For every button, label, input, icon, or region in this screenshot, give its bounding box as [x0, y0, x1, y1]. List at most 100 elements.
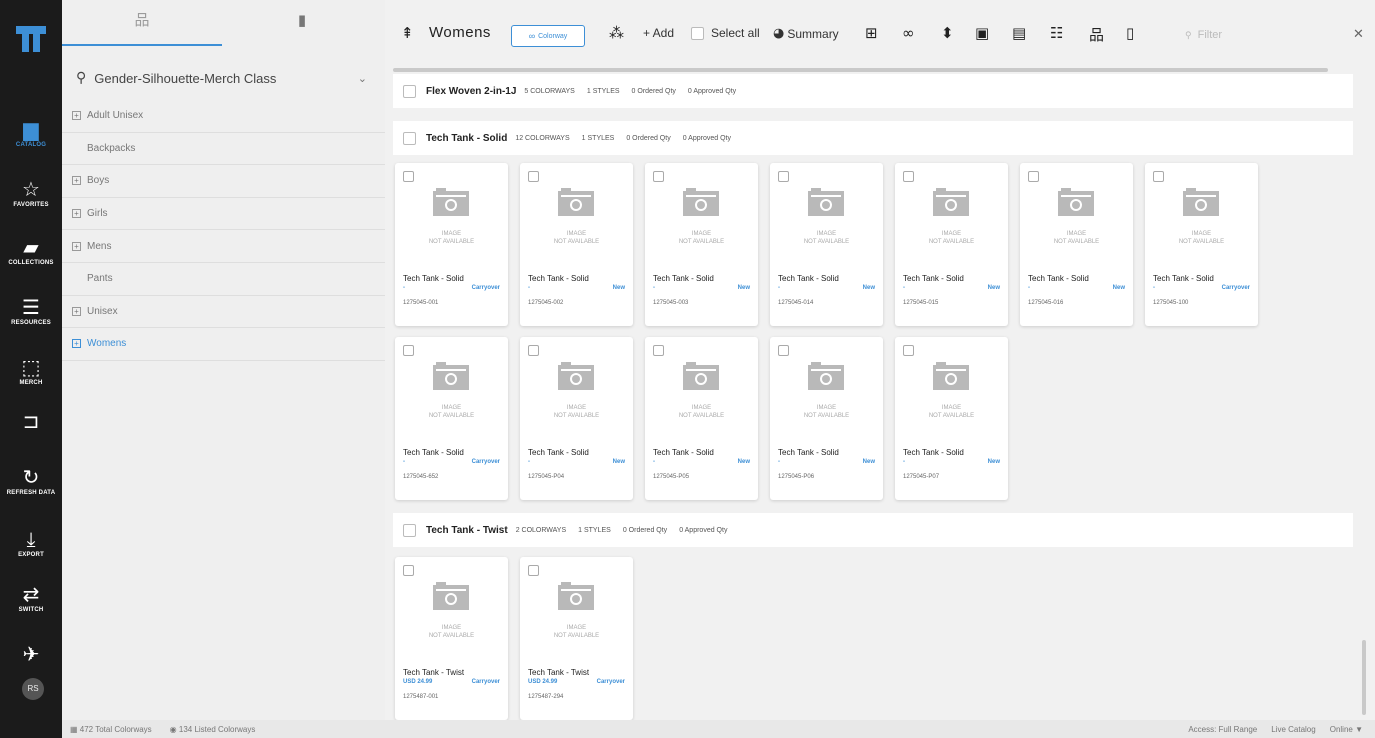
- rail-item-switch[interactable]: ⇄ SWITCH: [0, 583, 62, 613]
- product-card[interactable]: IMAGE NOT AVAILABLE Tech Tank - Solid - Carr…: [395, 337, 508, 500]
- grid-view-icon[interactable]: ⁂: [609, 24, 624, 42]
- app-root: ▆ CATALOG ☆ FAVORITES ▰ COLLECTIONS ☰ RESOURCES…: [0, 0, 1375, 738]
- hierarchy-icon[interactable]: 品: [1089, 24, 1104, 45]
- product-card[interactable]: IMAGE NOT AVAILABLE Tech Tank - Solid - New 1…: [520, 163, 633, 326]
- catalog-content: Flex Woven 2-in-1J 5 COLORWAYS 1 STYLES 0 O…: [385, 72, 1375, 720]
- group-header[interactable]: Tech Tank - Solid 12 COLORWAYS 1 STYLES 0 O…: [393, 121, 1353, 155]
- select-all-control[interactable]: Select all: [691, 26, 760, 40]
- expand-icon[interactable]: +: [72, 111, 81, 121]
- rail-item-item-9[interactable]: ✈: [0, 643, 62, 665]
- group-approved: 0 Approved Qty: [687, 87, 737, 95]
- sort-updown-icon[interactable]: ⬍: [941, 24, 954, 42]
- product-card[interactable]: IMAGE NOT AVAILABLE Tech Tank - Solid - New 1…: [895, 337, 1008, 500]
- card-checkbox[interactable]: [1028, 171, 1039, 182]
- camera-placeholder-icon: [433, 188, 469, 216]
- sort-icon[interactable]: ⇞: [401, 24, 414, 42]
- card-checkbox[interactable]: [903, 171, 914, 182]
- catalog-status: Live Catalog: [1271, 724, 1316, 734]
- card-status-tag: New: [987, 459, 1000, 465]
- settings-sliders-icon[interactable]: ☷: [1050, 24, 1063, 42]
- card-checkbox[interactable]: [653, 171, 664, 182]
- expand-icon[interactable]: +: [72, 176, 81, 186]
- card-checkbox[interactable]: [403, 565, 414, 576]
- chevron-down-icon[interactable]: ⌄: [358, 72, 367, 85]
- card-checkbox[interactable]: [778, 345, 789, 356]
- rail-item-catalog[interactable]: ▆ CATALOG: [0, 118, 62, 148]
- card-checkbox[interactable]: [778, 171, 789, 182]
- play-icon[interactable]: ▣: [975, 24, 989, 42]
- product-card[interactable]: IMAGE NOT AVAILABLE Tech Tank - Solid - New 1…: [520, 337, 633, 500]
- product-card[interactable]: IMAGE NOT AVAILABLE Tech Tank - Solid - Carr…: [1145, 163, 1258, 326]
- expand-icon[interactable]: +: [72, 306, 81, 316]
- na-line-1: IMAGE: [441, 625, 462, 631]
- rail-icon: ☆: [22, 177, 40, 201]
- expand-icon[interactable]: +: [72, 209, 81, 219]
- close-icon[interactable]: ✕: [1353, 26, 1364, 42]
- product-card[interactable]: IMAGE NOT AVAILABLE Tech Tank - Solid - New 1…: [645, 163, 758, 326]
- expand-icon[interactable]: +: [72, 339, 81, 349]
- tab-bookmarks[interactable]: ▮: [222, 0, 382, 46]
- colorway-toggle-button[interactable]: ∞ Colorway: [511, 25, 585, 47]
- rail-item-item-5[interactable]: ⊐: [0, 410, 62, 432]
- summary-button[interactable]: ◕ Summary: [773, 26, 839, 41]
- product-card[interactable]: IMAGE NOT AVAILABLE Tech Tank - Solid - New 1…: [770, 163, 883, 326]
- tree-item-mens[interactable]: + Mens: [62, 230, 385, 263]
- tab-hierarchy[interactable]: 品: [62, 0, 222, 46]
- camera-placeholder-icon: [558, 582, 594, 610]
- expand-icon[interactable]: +: [72, 241, 81, 251]
- binoculars-icon[interactable]: ∞: [902, 24, 915, 42]
- rail-item-refresh-data[interactable]: ↻ REFRESH DATA: [0, 466, 62, 496]
- group-checkbox[interactable]: [403, 523, 416, 537]
- add-button[interactable]: + Add: [643, 26, 674, 40]
- product-card[interactable]: IMAGE NOT AVAILABLE Tech Tank - Solid - New 1…: [1020, 163, 1133, 326]
- group-checkbox[interactable]: [403, 84, 416, 98]
- group-by-label: Gender-Silhouette-Merch Class: [94, 70, 277, 86]
- user-avatar[interactable]: RS: [22, 678, 44, 700]
- group-header[interactable]: Tech Tank - Twist 2 COLORWAYS 1 STYLES 0 Or…: [393, 513, 1353, 547]
- product-card[interactable]: IMAGE NOT AVAILABLE Tech Tank - Twist USD 2…: [520, 557, 633, 720]
- rail-item-export[interactable]: ⤓ EXPORT: [0, 528, 62, 558]
- tree-item-girls[interactable]: + Girls: [62, 198, 385, 231]
- select-all-checkbox[interactable]: [691, 26, 704, 40]
- product-card[interactable]: IMAGE NOT AVAILABLE Tech Tank - Twist USD 2…: [395, 557, 508, 720]
- card-checkbox[interactable]: [528, 565, 539, 576]
- product-card[interactable]: IMAGE NOT AVAILABLE Tech Tank - Solid - New 1…: [770, 337, 883, 500]
- filter-placeholder[interactable]: Filter: [1198, 29, 1222, 41]
- rail-item-collections[interactable]: ▰ COLLECTIONS: [0, 236, 62, 266]
- document-icon[interactable]: ▯: [1126, 24, 1134, 42]
- na-line-2: NOT AVAILABLE: [803, 413, 850, 419]
- product-card[interactable]: IMAGE NOT AVAILABLE Tech Tank - Solid - New 1…: [895, 163, 1008, 326]
- rail-item-resources[interactable]: ☰ RESOURCES: [0, 296, 62, 326]
- app-logo[interactable]: [14, 22, 48, 54]
- tree-item-unisex[interactable]: + Unisex: [62, 296, 385, 329]
- card-style-code: 1275045-P06: [778, 474, 815, 480]
- card-checkbox[interactable]: [653, 345, 664, 356]
- group-header[interactable]: Flex Woven 2-in-1J 5 COLORWAYS 1 STYLES 0 O…: [393, 74, 1353, 108]
- group-ordered: 0 Ordered Qty: [626, 134, 671, 142]
- card-checkbox[interactable]: [903, 345, 914, 356]
- tree-item-boys[interactable]: + Boys: [62, 165, 385, 198]
- group-by-selector[interactable]: ⚲ Gender-Silhouette-Merch Class ⌄: [72, 62, 377, 94]
- filter-field[interactable]: ⚲ Filter: [1185, 20, 1355, 50]
- export-icon[interactable]: ⊞: [865, 24, 878, 42]
- tree-item-pants[interactable]: Pants: [62, 263, 385, 296]
- tree-item-womens[interactable]: + Womens: [62, 328, 385, 361]
- rail-item-merch[interactable]: ⬚ MERCH: [0, 356, 62, 386]
- product-card[interactable]: IMAGE NOT AVAILABLE Tech Tank - Solid - Carr…: [395, 163, 508, 326]
- group-checkbox[interactable]: [403, 131, 416, 145]
- tree-item-adult-unisex[interactable]: + Adult Unisex: [62, 100, 385, 133]
- card-style-code: 1275045-014: [778, 300, 814, 306]
- card-checkbox[interactable]: [1153, 171, 1164, 182]
- card-checkbox[interactable]: [528, 345, 539, 356]
- card-checkbox[interactable]: [403, 171, 414, 182]
- listed-colorways: ◉ 134 Listed Colorways: [170, 725, 256, 734]
- card-checkbox[interactable]: [403, 345, 414, 356]
- tree-item-backpacks[interactable]: Backpacks: [62, 133, 385, 166]
- colorway-label: Colorway: [538, 32, 568, 40]
- rail-label: FAVORITES: [13, 202, 49, 208]
- rail-item-favorites[interactable]: ☆ FAVORITES: [0, 178, 62, 208]
- card-checkbox[interactable]: [528, 171, 539, 182]
- image-icon[interactable]: ▤: [1012, 24, 1026, 42]
- vertical-scrollbar[interactable]: [1362, 640, 1366, 715]
- product-card[interactable]: IMAGE NOT AVAILABLE Tech Tank - Solid - New 1…: [645, 337, 758, 500]
